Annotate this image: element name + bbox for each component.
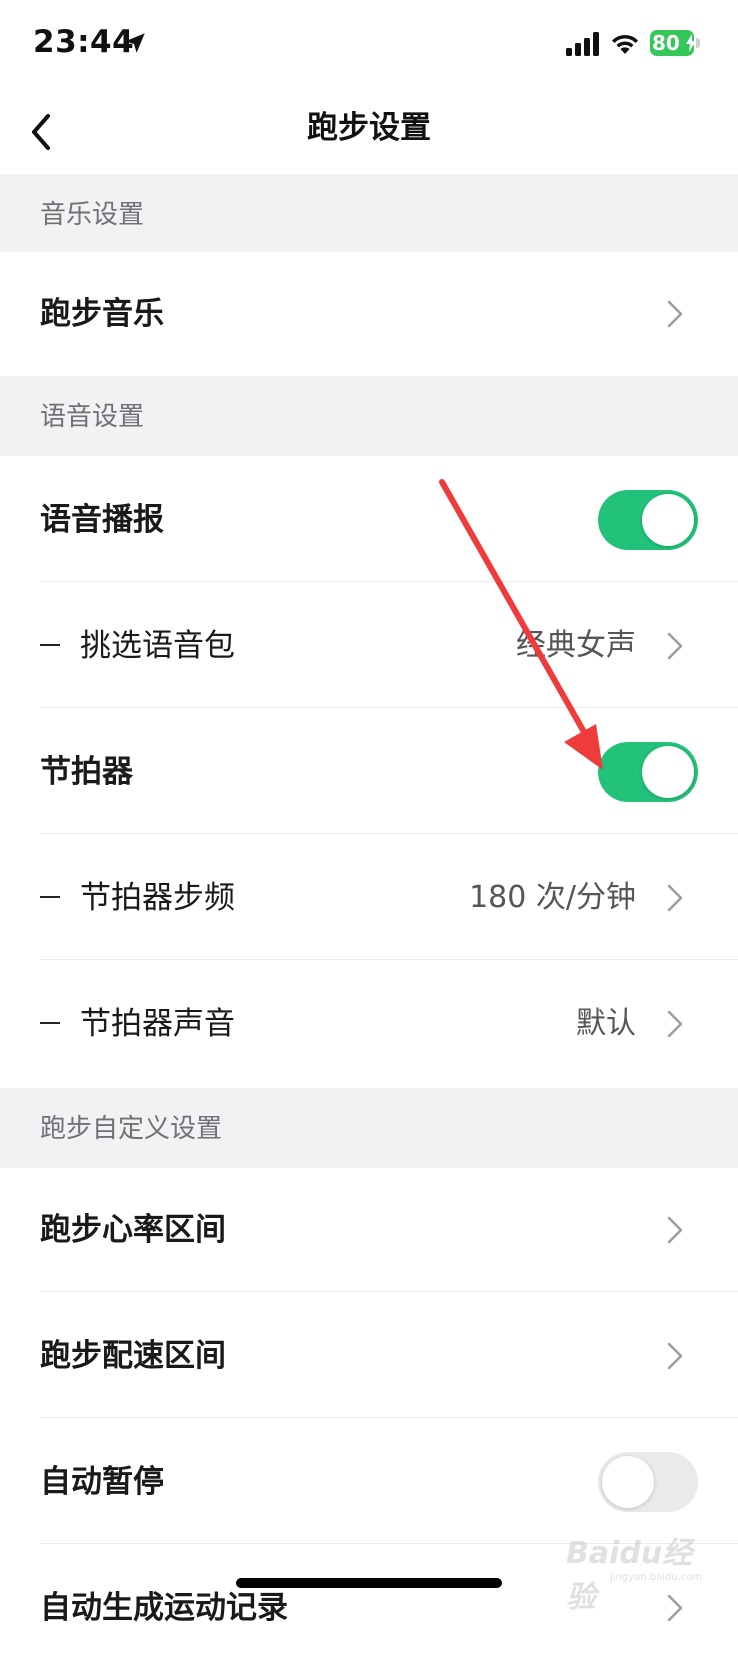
row-divider [40, 1291, 738, 1292]
charging-bolt-icon [686, 34, 696, 52]
row-pace-zones[interactable]: 跑步配速区间 [0, 1294, 738, 1418]
chevron-right-icon [667, 1342, 683, 1370]
row-label: 自动生成运动记录 [40, 1590, 288, 1626]
row-label-text: 节拍器步频 [80, 880, 235, 916]
row-voice-pack[interactable]: 挑选语音包 经典女声 [0, 584, 738, 708]
row-divider [40, 581, 738, 582]
page-title: 跑步设置 [307, 110, 431, 146]
row-metronome-sound[interactable]: 节拍器声音 默认 [0, 962, 738, 1086]
row-label: 节拍器步频 [40, 836, 235, 960]
chevron-right-icon [667, 300, 683, 328]
toggle-knob [642, 494, 694, 546]
location-arrow-icon [125, 33, 145, 53]
row-label: 节拍器 [40, 754, 133, 790]
wifi-icon [612, 34, 638, 54]
chevron-right-icon [667, 1010, 683, 1038]
cellular-signal-icon [566, 32, 599, 56]
nav-bar: 跑步设置 [0, 90, 738, 174]
row-value: 180 次/分钟 [469, 880, 636, 915]
section-voice-settings: 语音设置 [0, 376, 738, 456]
row-divider [40, 833, 738, 834]
chevron-right-icon [667, 632, 683, 660]
row-divider [40, 1417, 738, 1418]
row-label: 跑步音乐 [40, 296, 164, 332]
row-divider [40, 707, 738, 708]
watermark-logo: Baidu经验 jingyan.baidu.com [566, 1520, 706, 1615]
row-label: 跑步配速区间 [40, 1338, 226, 1374]
row-value: 经典女声 [516, 628, 636, 663]
status-bar: 23:44 80 [0, 0, 738, 90]
section-title: 语音设置 [40, 402, 145, 432]
watermark-url: jingyan.baidu.com [610, 1572, 703, 1583]
metronome-toggle[interactable] [598, 742, 698, 802]
section-title: 音乐设置 [40, 200, 145, 230]
row-running-music[interactable]: 跑步音乐 [0, 252, 738, 376]
chevron-right-icon [667, 884, 683, 912]
row-metronome: 节拍器 [0, 710, 738, 834]
battery-indicator: 80 [650, 30, 702, 58]
sub-item-dash [40, 643, 60, 646]
back-chevron-icon[interactable] [24, 106, 76, 158]
auto-pause-toggle[interactable] [598, 1452, 698, 1512]
section-custom-settings: 跑步自定义设置 [0, 1088, 738, 1168]
voice-broadcast-toggle[interactable] [598, 490, 698, 550]
sub-item-dash [40, 1021, 60, 1024]
row-label: 挑选语音包 [40, 584, 235, 708]
battery-level: 80 [652, 31, 680, 55]
section-music-settings: 音乐设置 [0, 174, 738, 252]
row-voice-broadcast: 语音播报 [0, 458, 738, 582]
section-title: 跑步自定义设置 [40, 1114, 223, 1144]
row-label: 跑步心率区间 [40, 1212, 226, 1248]
row-label-text: 挑选语音包 [80, 628, 235, 664]
battery-cap [696, 38, 700, 48]
row-heart-rate-zones[interactable]: 跑步心率区间 [0, 1168, 738, 1292]
row-value: 默认 [576, 1006, 636, 1041]
row-label: 节拍器声音 [40, 962, 235, 1086]
row-divider [40, 959, 738, 960]
home-indicator[interactable] [236, 1578, 502, 1588]
row-metronome-cadence[interactable]: 节拍器步频 180 次/分钟 [0, 836, 738, 960]
toggle-knob [602, 1456, 654, 1508]
row-label-text: 节拍器声音 [80, 1006, 235, 1042]
sub-item-dash [40, 895, 60, 898]
row-label: 语音播报 [40, 502, 164, 538]
chevron-right-icon [667, 1216, 683, 1244]
toggle-knob [642, 746, 694, 798]
row-label: 自动暂停 [40, 1464, 164, 1500]
status-time: 23:44 [33, 24, 135, 60]
